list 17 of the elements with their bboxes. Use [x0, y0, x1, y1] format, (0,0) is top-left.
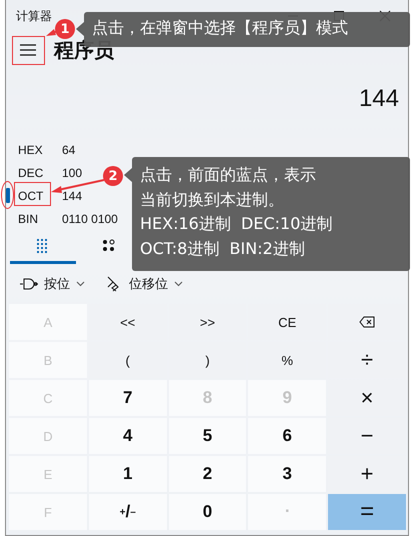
radix-label: OCT — [18, 188, 44, 202]
callout-text: 当前切换到本进制。 — [140, 188, 284, 210]
radix-value: 100 — [62, 166, 82, 180]
radix-value: 64 — [62, 142, 76, 156]
window-title: 计算器 — [16, 8, 52, 24]
callout-text: 点击，前面的蓝点，表示 — [140, 164, 316, 186]
dropdown-label: 按位 — [44, 275, 70, 293]
radix-value: 0110 0100 — [62, 212, 118, 226]
radix-value: 144 — [62, 188, 82, 202]
callout-text: 点击，在弹窗中选择【程序员】模式 — [92, 18, 348, 39]
callout-text: OCT:8进制 BIN:2进制 — [140, 238, 305, 260]
callout-text: HEX:16进制 DEC:10进制 — [140, 213, 332, 235]
radix-label: DEC — [18, 166, 44, 180]
dropdown-label: 位移位 — [129, 275, 168, 293]
radix-label: HEX — [18, 142, 43, 156]
display-value: 144 — [358, 85, 399, 113]
radix-label: BIN — [18, 212, 38, 226]
